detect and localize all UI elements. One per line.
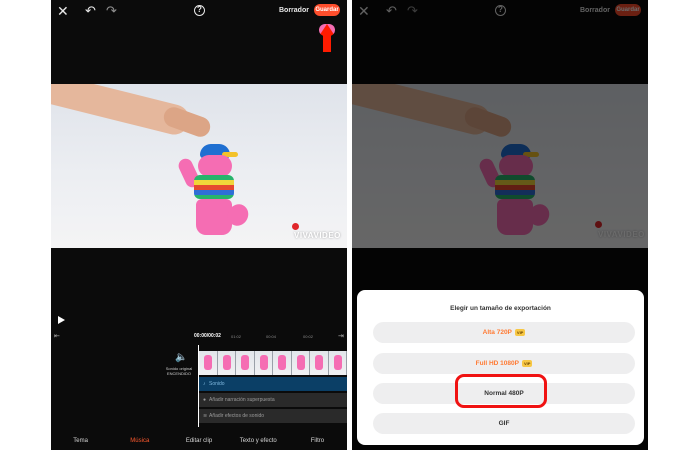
character-figure	[176, 144, 253, 239]
music-note-icon: ♪	[203, 381, 206, 387]
sound-wave-icon: ≋	[203, 413, 208, 419]
nav-musica[interactable]: Música	[110, 432, 169, 450]
redo-icon[interactable]: ↷	[106, 4, 117, 17]
watermark-close-icon[interactable]	[292, 223, 299, 230]
vip-badge: VIP	[521, 359, 533, 367]
annotation-highlight-box	[455, 374, 547, 408]
tick-label: 00:04	[266, 334, 277, 339]
clip-strip[interactable]	[199, 351, 347, 375]
music-track[interactable]: ♪ Sonido	[199, 377, 347, 391]
export-gif-option[interactable]: GIF	[373, 413, 635, 434]
nav-texto-efecto[interactable]: Texto y efecto	[229, 432, 288, 450]
close-icon[interactable]: ✕	[57, 4, 69, 18]
timecode: 00:00/00:02	[194, 333, 221, 339]
top-bar: ✕ ↶ ↷ ? Borrador Guardar	[51, 0, 347, 24]
export-size-sheet: Elegir un tamaño de exportación Alta 720…	[357, 290, 644, 445]
rewind-icon[interactable]: ⇤	[54, 332, 60, 340]
draft-button[interactable]: Borrador	[279, 7, 309, 14]
mic-icon: ●	[203, 397, 207, 403]
timeline-ruler: ⇤ 00:00/00:02 01:02 00:04 00:02 ⇥	[51, 330, 347, 344]
add-sound-effects-track[interactable]: ≋ Añadir efectos de sonido	[199, 409, 347, 423]
export-screen: ✕ ↶ ↷ ? Borrador Guardar VIVAVIDEO Elegi…	[352, 0, 648, 450]
export-1080p-option[interactable]: Full HD 1080P VIP	[373, 353, 635, 374]
export-720p-option[interactable]: Alta 720P VIP	[373, 322, 635, 343]
video-preview[interactable]: VIVAVIDEO	[51, 84, 347, 248]
vip-badge: VIP	[514, 328, 526, 336]
help-icon[interactable]: ?	[194, 5, 205, 16]
editor-screen: ✕ ↶ ↷ ? Borrador Guardar VIVAVIDEO ⇤ 00:…	[51, 0, 347, 450]
undo-icon[interactable]: ↶	[85, 4, 96, 17]
forward-icon[interactable]: ⇥	[338, 332, 344, 340]
add-narration-track[interactable]: ● Añadir narración superpuesta	[199, 393, 347, 407]
sheet-title: Elegir un tamaño de exportación	[450, 305, 551, 312]
annotation-arrow-icon	[319, 24, 335, 52]
watermark-logo: VIVAVIDEO	[294, 231, 341, 240]
speaker-icon[interactable]: 🔈	[175, 352, 187, 363]
save-button[interactable]: Guardar	[314, 4, 340, 16]
nav-editar-clip[interactable]: Editar clip	[169, 432, 228, 450]
nav-filtro[interactable]: Filtro	[288, 432, 347, 450]
bottom-nav: Tema Música Editar clip Texto y efecto F…	[51, 432, 347, 450]
nav-tema[interactable]: Tema	[51, 432, 110, 450]
tick-label: 01:02	[231, 334, 242, 339]
original-sound-label: Sonido original ENCENDIDO	[165, 366, 193, 376]
tick-label: 00:02	[303, 334, 314, 339]
play-icon[interactable]	[58, 316, 65, 324]
